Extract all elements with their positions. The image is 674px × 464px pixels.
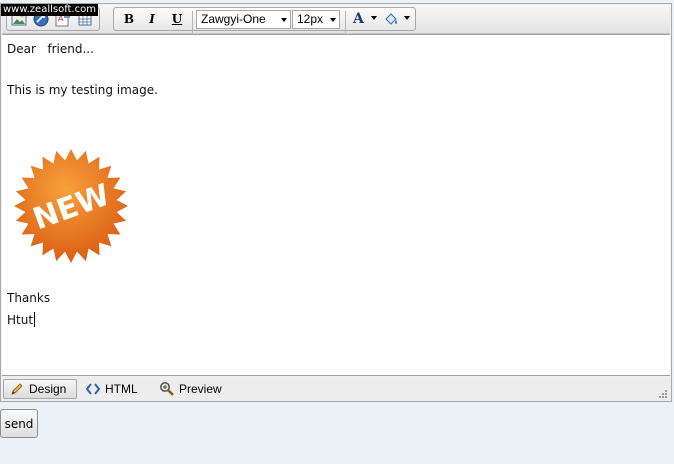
- font-size-value: 12px: [297, 12, 324, 26]
- toolbar-separator: [345, 11, 346, 33]
- document-line-with-caret: Htut: [7, 312, 36, 327]
- tab-preview[interactable]: Preview: [154, 379, 227, 399]
- italic-button[interactable]: I: [142, 10, 162, 28]
- new-badge-image[interactable]: NEW: [12, 147, 130, 268]
- editor-content-area[interactable]: Dear friend... This is my testing image.…: [2, 34, 670, 376]
- document-line: Htut: [7, 313, 34, 327]
- chevron-down-icon: [330, 18, 336, 22]
- editor-mode-tabs: Design HTML Preview: [2, 377, 670, 401]
- editor-toolbar: A B I U Zawgyi-One 12px A: [2, 5, 670, 34]
- chevron-down-icon: [281, 18, 287, 22]
- rich-text-editor: A B I U Zawgyi-One 12px A www.zeallsoft.…: [0, 3, 672, 402]
- font-family-select[interactable]: Zawgyi-One: [196, 10, 291, 29]
- highlight-color-dropdown-arrow[interactable]: [404, 16, 410, 20]
- document-line: Dear friend...: [7, 42, 94, 56]
- magnifier-icon: [160, 382, 174, 396]
- text-caret: [34, 312, 36, 327]
- tab-label: HTML: [105, 382, 138, 396]
- format-toolbar-group: B I U Zawgyi-One 12px A: [113, 7, 416, 33]
- document-line: Thanks: [7, 291, 51, 305]
- font-color-dropdown-arrow[interactable]: [371, 16, 377, 20]
- toolbar-separator: [192, 11, 193, 33]
- tab-html[interactable]: HTML: [80, 379, 143, 399]
- code-brackets-icon: [85, 383, 101, 395]
- document-line: This is my testing image.: [7, 83, 158, 97]
- font-color-icon: A: [353, 11, 364, 27]
- font-size-select[interactable]: 12px: [292, 10, 340, 29]
- paint-bucket-icon: [385, 13, 397, 25]
- highlight-color-button[interactable]: [380, 10, 402, 28]
- pencil-icon: [11, 383, 23, 395]
- font-color-button[interactable]: A: [349, 10, 373, 28]
- tab-label: Preview: [179, 382, 222, 396]
- send-button[interactable]: send: [0, 409, 38, 438]
- tab-label: Design: [29, 382, 67, 396]
- resize-grip-icon[interactable]: [658, 389, 668, 399]
- bold-button[interactable]: B: [119, 10, 139, 28]
- font-family-value: Zawgyi-One: [201, 12, 266, 26]
- tab-design[interactable]: Design: [3, 379, 77, 399]
- underline-button[interactable]: U: [167, 10, 187, 28]
- watermark-label: www.zeallsoft.com: [1, 4, 99, 16]
